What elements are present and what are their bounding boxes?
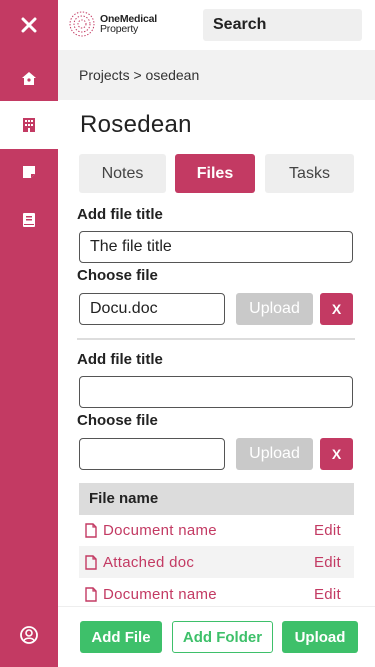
edit-link[interactable]: Edit xyxy=(314,554,341,571)
file-name-link[interactable]: Document name xyxy=(103,522,314,539)
upload-button[interactable]: Upload xyxy=(236,438,313,470)
close-button[interactable] xyxy=(0,0,58,50)
remove-file-button[interactable]: X xyxy=(320,438,353,470)
home-icon xyxy=(22,71,36,85)
file-title-input[interactable] xyxy=(79,376,353,408)
book-icon xyxy=(23,213,35,227)
sidebar xyxy=(0,0,58,667)
logo: OneMedical Property xyxy=(68,10,157,38)
page-title: Rosedean xyxy=(80,111,192,138)
top-header: OneMedical Property Search xyxy=(58,0,375,50)
table-header: File name xyxy=(79,483,354,515)
table-row: Document name Edit xyxy=(79,514,354,546)
breadcrumb-bar: Projects > osedean xyxy=(58,50,375,100)
edit-link[interactable]: Edit xyxy=(314,586,341,603)
logo-text: OneMedical Property xyxy=(100,14,157,35)
tab-notes[interactable]: Notes xyxy=(79,154,166,193)
document-icon xyxy=(85,522,99,538)
file-title-label: Add file title xyxy=(77,351,163,368)
logo-mark-icon xyxy=(69,11,95,37)
breadcrumb[interactable]: Projects > osedean xyxy=(79,67,199,83)
file-title-input[interactable]: The file title xyxy=(79,231,353,263)
upload-button[interactable]: Upload xyxy=(236,293,313,325)
sidebar-item-account[interactable] xyxy=(0,611,58,659)
tab-tasks[interactable]: Tasks xyxy=(265,154,354,193)
document-icon xyxy=(85,586,99,602)
choose-file-input[interactable]: Docu.doc xyxy=(79,293,225,325)
remove-file-button[interactable]: X xyxy=(320,293,353,325)
choose-file-label: Choose file xyxy=(77,412,158,429)
sidebar-item-notes[interactable] xyxy=(0,148,58,196)
file-name-link[interactable]: Attached doc xyxy=(103,554,314,571)
sidebar-item-home[interactable] xyxy=(0,54,58,102)
document-icon xyxy=(85,554,99,570)
file-name-link[interactable]: Document name xyxy=(103,586,314,603)
brand-line-2: Property xyxy=(100,23,139,35)
add-folder-button[interactable]: Add Folder xyxy=(172,621,273,653)
divider xyxy=(77,338,355,340)
file-title-label: Add file title xyxy=(77,206,163,223)
add-file-button[interactable]: Add File xyxy=(80,621,162,653)
choose-file-input[interactable] xyxy=(79,438,225,470)
close-icon xyxy=(21,17,37,33)
edit-link[interactable]: Edit xyxy=(314,522,341,539)
tab-files[interactable]: Files xyxy=(175,154,255,193)
building-icon xyxy=(23,118,35,132)
note-icon xyxy=(23,166,35,178)
choose-file-label: Choose file xyxy=(77,267,158,284)
sidebar-item-projects[interactable] xyxy=(0,101,58,149)
search-input[interactable]: Search xyxy=(203,9,362,41)
upload-all-button[interactable]: Upload xyxy=(282,621,358,653)
user-circle-icon xyxy=(20,626,38,644)
table-row: Attached doc Edit xyxy=(79,546,354,578)
sidebar-item-docs[interactable] xyxy=(0,196,58,244)
